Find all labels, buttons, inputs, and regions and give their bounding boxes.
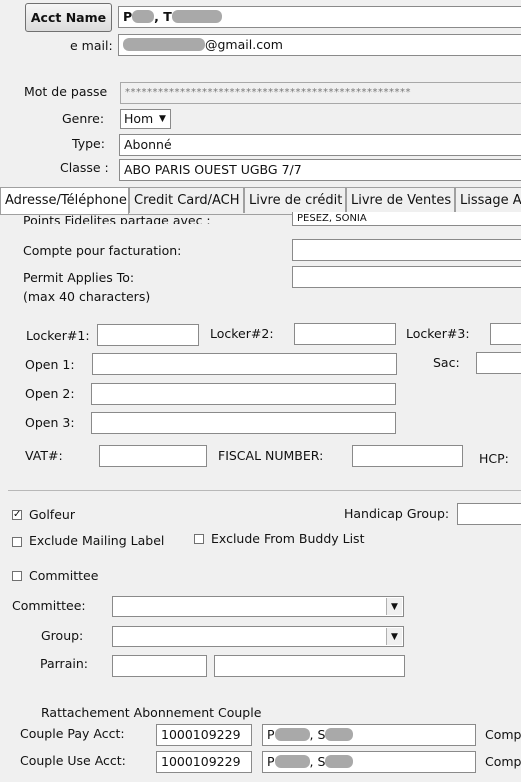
tab-livre-de-credit[interactable]: Livre de crédit <box>244 187 346 213</box>
compte-label: Compte pour facturation: <box>23 243 182 258</box>
pay-name-prefix: P <box>267 727 275 742</box>
parrain-name-field[interactable] <box>214 655 405 677</box>
acct-name-prefix: P <box>123 9 133 24</box>
acct-name-button[interactable]: Acct Name <box>25 3 112 32</box>
couple-section-title: Rattachement Abonnement Couple <box>41 705 262 720</box>
redacted-text <box>123 38 205 51</box>
handicap-group-label: Handicap Group: <box>344 506 450 521</box>
committee-check-label: Committee <box>29 568 99 583</box>
parrain-code-field[interactable] <box>112 655 207 677</box>
couple-pay-label: Couple Pay Acct: <box>20 726 125 741</box>
classe-label: Classe : <box>60 160 109 175</box>
comp-label-use: Comp <box>485 754 521 769</box>
sac-field[interactable] <box>476 352 521 374</box>
committee-label: Committee: <box>12 598 86 613</box>
handicap-group-field[interactable] <box>457 503 521 525</box>
exclude-mailing-label: Exclude Mailing Label <box>29 533 165 548</box>
permit-label: Permit Applies To: <box>23 270 135 285</box>
couple-pay-acct-field[interactable]: 1000109229 <box>156 724 252 746</box>
vat-field[interactable] <box>99 445 207 467</box>
use-name-prefix: P <box>267 754 275 769</box>
redacted-text <box>274 728 310 741</box>
genre-select[interactable]: Hom ▼ <box>120 109 171 129</box>
open2-field[interactable] <box>91 383 396 405</box>
locker2-label: Locker#2: <box>210 326 274 341</box>
hcp-label: HCP: <box>479 451 509 466</box>
locker1-field[interactable] <box>97 324 199 346</box>
exclude-buddy-checkbox[interactable] <box>194 534 204 544</box>
chevron-down-icon: ▼ <box>386 628 402 645</box>
golfeur-label: Golfeur <box>29 507 75 522</box>
acct-name-field[interactable]: P , T <box>118 6 521 28</box>
comp-label-pay: Comp <box>485 727 521 742</box>
locker1-label: Locker#1: <box>26 328 90 343</box>
permit-field[interactable] <box>292 266 521 288</box>
genre-label: Genre: <box>62 111 105 126</box>
couple-pay-name-field[interactable]: P , S <box>262 724 476 746</box>
redacted-text <box>325 755 354 768</box>
email-field[interactable]: @gmail.com <box>118 34 521 56</box>
couple-use-label: Couple Use Acct: <box>20 753 126 768</box>
tab-livre-de-ventes[interactable]: Livre de Ventes <box>346 187 455 213</box>
acct-name-mid: , T <box>154 9 172 24</box>
redacted-text <box>171 10 222 23</box>
type-field[interactable]: Abonné <box>119 134 521 156</box>
couple-use-acct-field[interactable]: 1000109229 <box>156 751 252 773</box>
locker3-field[interactable] <box>490 323 521 345</box>
group-label: Group: <box>41 628 84 643</box>
section-divider <box>8 490 521 491</box>
fiscal-label: FISCAL NUMBER: <box>218 448 324 463</box>
golfeur-checkbox[interactable]: ✓ <box>12 510 22 520</box>
couple-use-name-field[interactable]: P , S <box>262 751 476 773</box>
committee-select[interactable]: ▼ <box>112 596 404 617</box>
password-field[interactable]: ****************************************… <box>120 82 521 104</box>
password-label: Mot de passe <box>24 84 108 99</box>
locker2-field[interactable] <box>294 323 396 345</box>
exclude-buddy-label: Exclude From Buddy List <box>211 531 365 546</box>
type-label: Type: <box>72 136 105 151</box>
sac-label: Sac: <box>433 355 460 370</box>
vat-label: VAT#: <box>25 448 63 463</box>
classe-field[interactable]: ABO PARIS OUEST UGBG 7/7 <box>119 159 521 181</box>
open2-label: Open 2: <box>25 386 75 401</box>
email-label: e mail: <box>70 38 113 53</box>
redacted-text <box>132 10 155 23</box>
fiscal-number-field[interactable] <box>352 445 463 467</box>
permit-hint: (max 40 characters) <box>23 289 151 304</box>
use-name-mid: , S <box>309 754 326 769</box>
redacted-text <box>274 755 310 768</box>
tab-strip: Adresse/Téléphone Credit Card/ACH Livre … <box>0 187 521 215</box>
tab-adresse-telephone[interactable]: Adresse/Téléphone <box>0 187 129 214</box>
chevron-down-icon: ▼ <box>386 598 402 615</box>
open1-field[interactable] <box>92 353 397 375</box>
open3-field[interactable] <box>91 412 396 434</box>
open3-label: Open 3: <box>25 415 75 430</box>
genre-value: Hom <box>124 111 154 126</box>
open1-label: Open 1: <box>25 357 75 372</box>
redacted-text <box>325 728 354 741</box>
points-label: Points Fidelites partage avec : <box>23 213 211 224</box>
parrain-label: Parrain: <box>40 656 88 671</box>
chevron-down-icon: ▼ <box>156 111 169 127</box>
tab-credit-card-ach[interactable]: Credit Card/ACH <box>129 187 244 213</box>
email-domain: @gmail.com <box>205 37 283 52</box>
locker3-label: Locker#3: <box>406 326 470 341</box>
compte-field[interactable] <box>292 239 521 261</box>
points-field[interactable]: PESEZ, SONIA <box>292 212 521 226</box>
tab-lissage[interactable]: Lissage A <box>455 187 521 213</box>
group-select[interactable]: ▼ <box>112 626 404 647</box>
committee-checkbox[interactable] <box>12 571 22 581</box>
exclude-mailing-checkbox[interactable] <box>12 537 22 547</box>
pay-name-mid: , S <box>309 727 326 742</box>
